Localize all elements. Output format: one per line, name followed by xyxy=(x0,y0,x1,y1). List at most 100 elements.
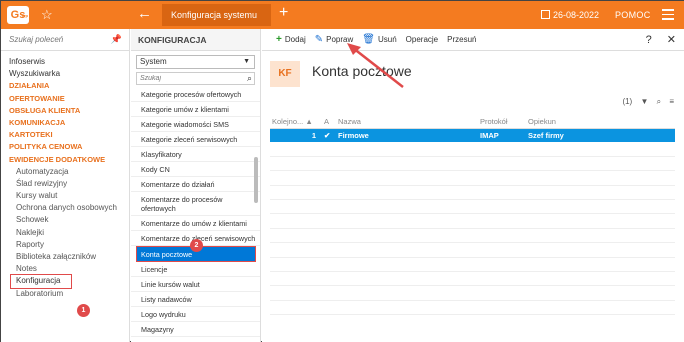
menu-lines-icon[interactable]: ≡ xyxy=(669,97,674,106)
cell-protocol: IMAP xyxy=(478,128,526,142)
col-order[interactable]: Kolejno... ▲ xyxy=(270,115,322,129)
col-name[interactable]: Nazwa xyxy=(336,115,478,129)
tab-konfiguracja-systemu[interactable]: Konfiguracja systemu xyxy=(162,4,271,26)
table-header: Kolejno... ▲ A Nazwa Protokół Opiekun xyxy=(270,115,675,129)
config-group-select[interactable]: System ▼ xyxy=(136,55,255,69)
sidebar-item[interactable]: Ślad rewizyjny xyxy=(1,178,129,190)
empty-row xyxy=(270,142,675,157)
col-active[interactable]: A xyxy=(322,115,336,129)
help-button[interactable]: POMOC xyxy=(615,10,651,20)
config-panel-title: KONFIGURACJA xyxy=(131,29,260,51)
filter-icon[interactable]: ▼ xyxy=(640,97,648,106)
sidebar-item[interactable]: KOMUNIKACJA xyxy=(1,117,129,129)
scrollbar[interactable] xyxy=(254,157,258,203)
chevron-down-icon: ▼ xyxy=(243,58,250,65)
favorites-star-icon[interactable]: ☆ xyxy=(41,7,53,23)
record-count: (1) xyxy=(622,97,633,106)
sidebar-item[interactable]: Notes xyxy=(1,263,129,275)
toolbar: + Dodaj ✎ Popraw 🗑 Usuń Operacje Przesuń ? … xyxy=(262,29,684,51)
sidebar-item[interactable]: POLITYKA CENOWA xyxy=(1,141,129,153)
col-owner[interactable]: Opiekun xyxy=(526,115,675,129)
empty-row xyxy=(270,228,675,244)
search-icon[interactable]: ⌕ xyxy=(657,97,661,106)
move-button[interactable]: Przesuń xyxy=(447,35,476,44)
empty-row xyxy=(270,242,675,258)
table-row[interactable]: 1 ✔ Firmowe IMAP Szef firmy xyxy=(270,128,675,142)
sidebar-item[interactable]: Ochrona danych osobowych xyxy=(1,202,129,214)
annotation-arrow xyxy=(347,43,404,88)
plus-icon: + xyxy=(276,34,282,45)
config-list-item[interactable]: Linie kursów walut xyxy=(131,277,260,292)
empty-row xyxy=(270,185,675,201)
calendar-icon xyxy=(541,10,550,19)
back-arrow-icon[interactable]: ← xyxy=(137,5,152,22)
cell-name: Firmowe xyxy=(336,128,478,142)
sidebar-item[interactable]: OFERTOWANIE xyxy=(1,93,129,105)
command-search-input[interactable] xyxy=(1,29,101,49)
search-icon[interactable]: ⌕ xyxy=(247,73,252,84)
config-list-item[interactable]: Kody CN xyxy=(131,162,260,177)
toolbar-right: ? ✕ xyxy=(634,33,676,46)
config-list-item[interactable]: Kategorie umów z klientami xyxy=(131,102,260,117)
new-tab-plus-icon[interactable]: + xyxy=(279,4,288,22)
config-list-item[interactable]: Komentarze do umów z klientami xyxy=(131,216,260,231)
step-badge-1: 1 xyxy=(77,304,90,317)
pencil-icon: ✎ xyxy=(314,34,324,45)
top-bar: Gs erp ☆ ← Konfiguracja systemu + 26-08-2… xyxy=(1,1,684,29)
sidebar-item[interactable]: Naklejki xyxy=(1,227,129,239)
sidebar-item[interactable]: KARTOTEKI xyxy=(1,129,129,141)
config-list-item[interactable]: Kategorie wiadomości SMS xyxy=(131,117,260,132)
config-panel: KONFIGURACJA System▼ ⌕ Kategorie procesó… xyxy=(131,29,261,342)
step-badge-2: 2 xyxy=(190,239,203,252)
config-list-item[interactable]: Logo wydruku xyxy=(131,307,260,322)
config-list-item[interactable]: Magazyny xyxy=(131,322,260,337)
command-search: 📌 xyxy=(1,29,129,51)
sidebar-item[interactable]: Infoserwis xyxy=(1,56,129,68)
sidebar-item[interactable]: Automatyzacja xyxy=(1,166,129,178)
empty-row xyxy=(270,156,675,172)
sidebar-item[interactable]: Biblioteka załączników xyxy=(1,251,129,263)
cell-order: 1 xyxy=(270,128,322,142)
config-list-item[interactable]: Komentarze do działań xyxy=(131,177,260,192)
empty-row xyxy=(270,257,675,273)
sidebar-item[interactable]: EWIDENCJE DODATKOWE xyxy=(1,154,129,166)
empty-row xyxy=(270,300,675,316)
empty-row xyxy=(270,285,675,301)
accounts-table: Kolejno... ▲ A Nazwa Protokół Opiekun 1 … xyxy=(270,115,675,316)
cell-active: ✔ xyxy=(322,128,336,142)
left-sidebar: 📌 InfoserwisWyszukiwarkaDZIAŁANIAOFERTOW… xyxy=(1,29,130,342)
add-button[interactable]: + Dodaj xyxy=(276,34,306,45)
left-nav-list: Infoserwis Wyszukiwarka DZIAŁANIA OFERTOWAN… xyxy=(1,51,129,300)
sidebar-item[interactable]: Wyszukiwarka xyxy=(1,68,129,80)
config-list-item[interactable]: Kategorie zleceń serwisowych xyxy=(131,132,260,147)
date-display[interactable]: 26-08-2022 xyxy=(541,10,599,20)
pin-icon[interactable]: 📌 xyxy=(111,34,122,45)
sidebar-item[interactable]: Raporty xyxy=(1,239,129,251)
config-list-item[interactable]: Licencje xyxy=(131,262,260,277)
module-icon: KF xyxy=(270,61,300,87)
empty-row xyxy=(270,271,675,287)
list-tools: (1) ▼ ⌕ ≡ xyxy=(616,97,674,107)
empty-row xyxy=(270,199,675,215)
close-icon[interactable]: ✕ xyxy=(667,34,676,46)
cell-owner: Szef firmy xyxy=(526,128,675,142)
content-panel: + Dodaj ✎ Popraw 🗑 Usuń Operacje Przesuń ? … xyxy=(262,29,684,342)
empty-row xyxy=(270,170,675,186)
help-icon[interactable]: ? xyxy=(646,34,652,46)
col-protocol[interactable]: Protokół xyxy=(478,115,526,129)
sidebar-item[interactable]: Kursy walut xyxy=(1,190,129,202)
config-list-item[interactable]: Kategorie procesów ofertowych xyxy=(131,87,260,102)
sidebar-item[interactable]: Laboratorium xyxy=(1,288,129,300)
config-search-input[interactable] xyxy=(137,73,237,84)
config-list-item[interactable]: Komentarze do procesów ofertowych xyxy=(131,192,260,216)
sidebar-item[interactable]: Schowek xyxy=(1,214,129,226)
empty-row xyxy=(270,213,675,229)
sidebar-item[interactable]: DZIAŁANIA xyxy=(1,80,129,92)
config-list-item[interactable]: Listy nadawców xyxy=(131,292,260,307)
sidebar-item[interactable]: Konfiguracja xyxy=(10,274,72,289)
sidebar-item[interactable]: OBSŁUGA KLIENTA xyxy=(1,105,129,117)
config-list: Kategorie procesów ofertowych Kategorie u… xyxy=(131,87,260,337)
hamburger-menu-icon[interactable] xyxy=(662,9,674,23)
config-list-item[interactable]: Klasyfikatory xyxy=(131,147,260,162)
app-logo[interactable]: Gs erp xyxy=(7,6,29,24)
